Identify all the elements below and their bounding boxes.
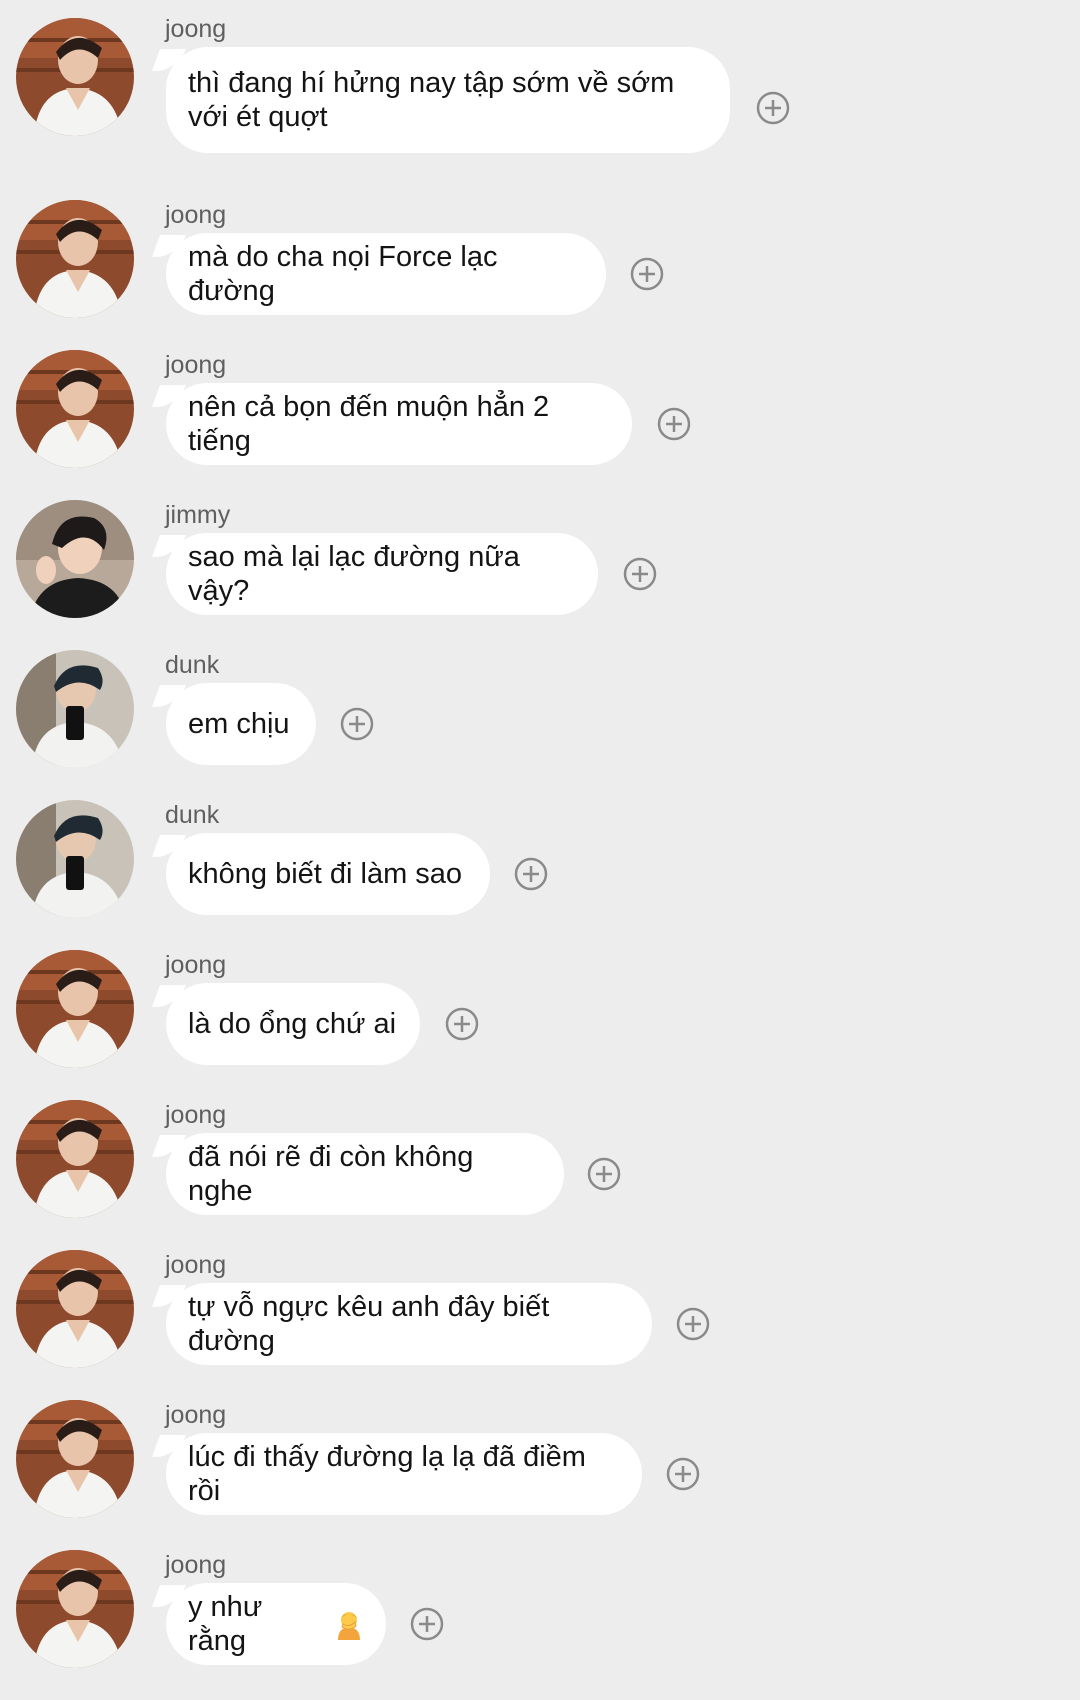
message-text: tự vỗ ngực kêu anh đây biết đường [188,1291,550,1357]
add-reaction-icon[interactable] [514,857,548,891]
sender-name: joong [165,1101,227,1129]
message-bubble[interactable]: y như rằng [166,1583,386,1665]
message-bubble[interactable]: lúc đi thấy đường lạ lạ đã điềm rồi [166,1433,642,1515]
sender-name: joong [165,951,227,979]
message-text: y như rằng [188,1591,263,1657]
joong-avatar[interactable] [16,350,134,468]
message-text: lúc đi thấy đường lạ lạ đã điềm rồi [188,1441,586,1507]
add-reaction-icon[interactable] [340,707,374,741]
joong-avatar[interactable] [16,200,134,318]
message-bubble[interactable]: nên cả bọn đến muộn hẳn 2 tiếng [166,383,632,465]
message-bubble[interactable]: đã nói rẽ đi còn không nghe [166,1133,564,1215]
message-text: thì đang hí hửng nay tập sớm về sớm với … [188,67,675,133]
dunk-avatar[interactable] [16,650,134,768]
joong-avatar[interactable] [16,18,134,136]
person-facepalming-emoji [334,1608,364,1640]
message-text: em chịu [188,708,290,740]
add-reaction-icon[interactable] [657,407,691,441]
message-text: sao mà lại lạc đường nữa vậy? [188,541,520,607]
sender-name: joong [165,15,227,43]
add-reaction-icon[interactable] [630,257,664,291]
message-text: là do ổng chứ ai [188,1008,397,1040]
add-reaction-icon[interactable] [756,91,790,125]
sender-name: joong [165,351,227,379]
add-reaction-icon[interactable] [676,1307,710,1341]
joong-avatar[interactable] [16,1550,134,1668]
add-reaction-icon[interactable] [666,1457,700,1491]
message-bubble[interactable]: em chịu [166,683,316,765]
sender-name: joong [165,201,227,229]
joong-avatar[interactable] [16,1400,134,1518]
add-reaction-icon[interactable] [587,1157,621,1191]
message-bubble[interactable]: không biết đi làm sao [166,833,490,915]
add-reaction-icon[interactable] [623,557,657,591]
message-bubble[interactable]: sao mà lại lạc đường nữa vậy? [166,533,598,615]
message-text: không biết đi làm sao [188,858,463,890]
sender-name: joong [165,1551,227,1579]
joong-avatar[interactable] [16,1100,134,1218]
joong-avatar[interactable] [16,950,134,1068]
message-text: mà do cha nọi Force lạc đường [188,241,498,307]
sender-name: jimmy [165,501,231,529]
message-bubble[interactable]: mà do cha nọi Force lạc đường [166,233,606,315]
jimmy-avatar[interactable] [16,500,134,618]
message-text: đã nói rẽ đi còn không nghe [188,1141,474,1207]
add-reaction-icon[interactable] [410,1607,444,1641]
sender-name: dunk [165,801,220,829]
message-text: nên cả bọn đến muộn hẳn 2 tiếng [188,391,550,457]
message-bubble[interactable]: tự vỗ ngực kêu anh đây biết đường [166,1283,652,1365]
sender-name: joong [165,1251,227,1279]
add-reaction-icon[interactable] [445,1007,479,1041]
sender-name: dunk [165,651,220,679]
sender-name: joong [165,1401,227,1429]
dunk-avatar[interactable] [16,800,134,918]
message-bubble[interactable]: là do ổng chứ ai [166,983,420,1065]
chat-thread: joong thì đang hí hửng nay tập sớm về sớ… [0,0,1080,1700]
joong-avatar[interactable] [16,1250,134,1368]
message-bubble[interactable]: thì đang hí hửng nay tập sớm về sớm với … [166,47,730,153]
